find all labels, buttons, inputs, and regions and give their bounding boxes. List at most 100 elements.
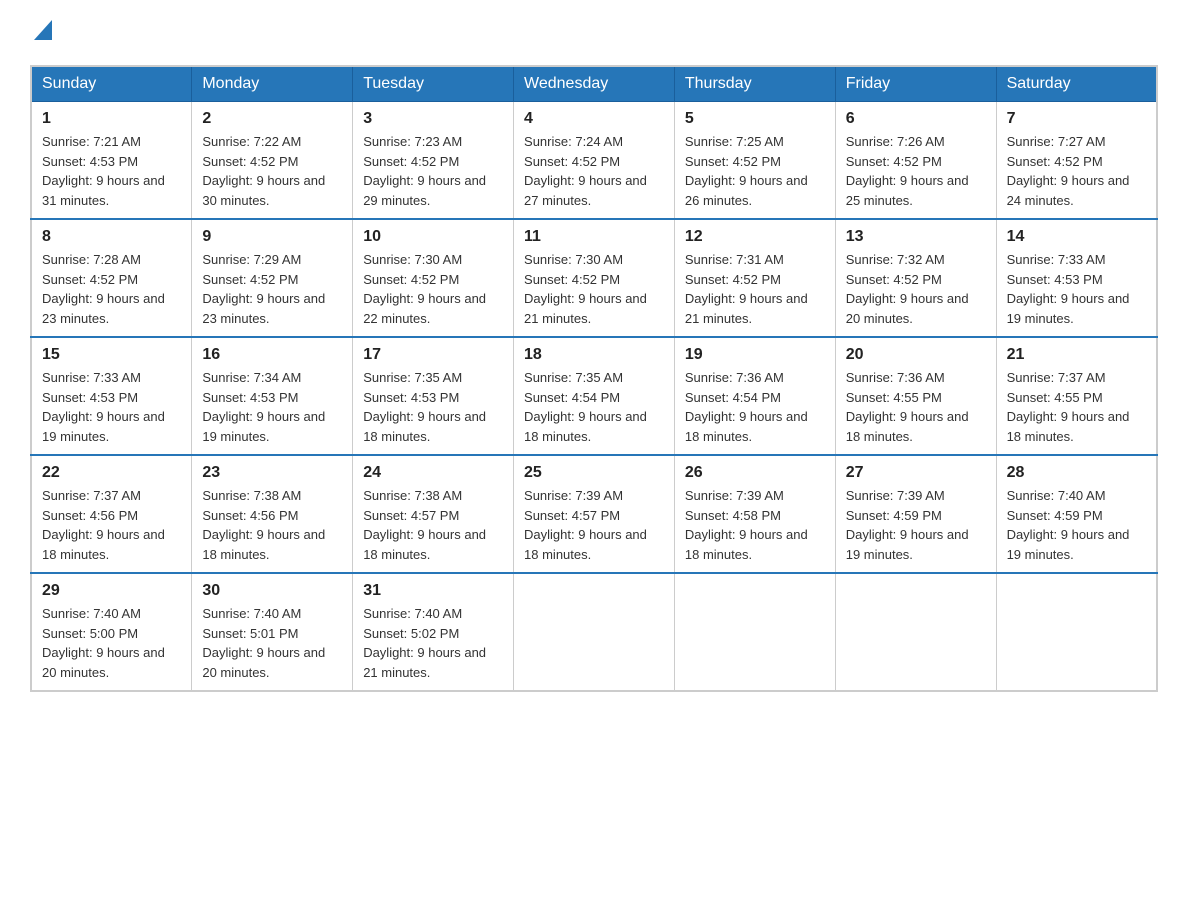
day-info: Sunrise: 7:40 AMSunset: 4:59 PMDaylight:… [1007, 486, 1146, 564]
day-info: Sunrise: 7:33 AMSunset: 4:53 PMDaylight:… [1007, 250, 1146, 328]
table-row: 16 Sunrise: 7:34 AMSunset: 4:53 PMDayligh… [192, 337, 353, 455]
day-number: 14 [1007, 228, 1146, 246]
day-info: Sunrise: 7:33 AMSunset: 4:53 PMDaylight:… [42, 368, 181, 446]
table-row: 29Sunrise: 7:40 AMSunset: 5:00 PMDayligh… [31, 573, 192, 691]
table-row [674, 573, 835, 691]
day-info: Sunrise: 7:30 AMSunset: 4:52 PMDaylight:… [524, 250, 664, 328]
day-info: Sunrise: 7:40 AMSunset: 5:01 PMDaylight:… [202, 604, 342, 682]
day-info: Sunrise: 7:21 AMSunset: 4:53 PMDaylight:… [42, 132, 181, 210]
day-number: 31 [363, 582, 503, 600]
calendar-week-row: 15Sunrise: 7:33 AMSunset: 4:53 PMDayligh… [31, 337, 1157, 455]
day-number: 21 [1007, 346, 1146, 364]
day-info: Sunrise: 7:28 AMSunset: 4:52 PMDaylight:… [42, 250, 181, 328]
day-info: Sunrise: 7:25 AMSunset: 4:52 PMDaylight:… [685, 132, 825, 210]
day-number: 7 [1007, 110, 1146, 128]
logo-triangle-icon [34, 20, 52, 45]
day-info: Sunrise: 7:37 AMSunset: 4:56 PMDaylight:… [42, 486, 181, 564]
day-info: Sunrise: 7:27 AMSunset: 4:52 PMDaylight:… [1007, 132, 1146, 210]
table-row: 8 Sunrise: 7:28 AMSunset: 4:52 PMDaylight… [31, 219, 192, 337]
day-number: 25 [524, 464, 664, 482]
col-monday: Monday [192, 66, 353, 102]
day-number: 30 [202, 582, 342, 600]
day-number: 17 [363, 346, 503, 364]
col-thursday: Thursday [674, 66, 835, 102]
col-tuesday: Tuesday [353, 66, 514, 102]
day-info: Sunrise: 7:29 AMSunset: 4:52 PMDaylight:… [202, 250, 342, 328]
day-info: Sunrise: 7:35 AMSunset: 4:54 PMDaylight:… [524, 368, 664, 446]
day-number: 13 [846, 228, 986, 246]
day-info: Sunrise: 7:23 AMSunset: 4:52 PMDaylight:… [363, 132, 503, 210]
col-sunday: Sunday [31, 66, 192, 102]
day-info: Sunrise: 7:39 AMSunset: 4:58 PMDaylight:… [685, 486, 825, 564]
day-number: 16 [202, 346, 342, 364]
day-number: 8 [42, 228, 181, 246]
day-number: 12 [685, 228, 825, 246]
table-row: 30 Sunrise: 7:40 AMSunset: 5:01 PMDayligh… [192, 573, 353, 691]
table-row [514, 573, 675, 691]
day-number: 3 [363, 110, 503, 128]
day-info: Sunrise: 7:34 AMSunset: 4:53 PMDaylight:… [202, 368, 342, 446]
col-wednesday: Wednesday [514, 66, 675, 102]
table-row: 26 Sunrise: 7:39 AMSunset: 4:58 PMDayligh… [674, 455, 835, 573]
day-info: Sunrise: 7:40 AMSunset: 5:02 PMDaylight:… [363, 604, 503, 682]
day-info: Sunrise: 7:39 AMSunset: 4:59 PMDaylight:… [846, 486, 986, 564]
table-row: 18 Sunrise: 7:35 AMSunset: 4:54 PMDayligh… [514, 337, 675, 455]
day-number: 11 [524, 228, 664, 246]
calendar-table: Sunday Monday Tuesday Wednesday Thursday… [30, 65, 1158, 692]
day-number: 19 [685, 346, 825, 364]
table-row: 24 Sunrise: 7:38 AMSunset: 4:57 PMDayligh… [353, 455, 514, 573]
day-info: Sunrise: 7:36 AMSunset: 4:55 PMDaylight:… [846, 368, 986, 446]
table-row: 13 Sunrise: 7:32 AMSunset: 4:52 PMDayligh… [835, 219, 996, 337]
day-number: 9 [202, 228, 342, 246]
calendar-header-row: Sunday Monday Tuesday Wednesday Thursday… [31, 66, 1157, 102]
table-row: 22 Sunrise: 7:37 AMSunset: 4:56 PMDayligh… [31, 455, 192, 573]
table-row: 12Sunrise: 7:31 AMSunset: 4:52 PMDayligh… [674, 219, 835, 337]
calendar-week-row: 29Sunrise: 7:40 AMSunset: 5:00 PMDayligh… [31, 573, 1157, 691]
day-number: 27 [846, 464, 986, 482]
calendar-week-row: 8 Sunrise: 7:28 AMSunset: 4:52 PMDaylight… [31, 219, 1157, 337]
day-info: Sunrise: 7:32 AMSunset: 4:52 PMDaylight:… [846, 250, 986, 328]
table-row [835, 573, 996, 691]
day-number: 18 [524, 346, 664, 364]
day-info: Sunrise: 7:22 AMSunset: 4:52 PMDaylight:… [202, 132, 342, 210]
day-number: 23 [202, 464, 342, 482]
table-row: 23Sunrise: 7:38 AMSunset: 4:56 PMDayligh… [192, 455, 353, 573]
day-number: 6 [846, 110, 986, 128]
day-number: 1 [42, 110, 181, 128]
day-number: 4 [524, 110, 664, 128]
table-row: 10Sunrise: 7:30 AMSunset: 4:52 PMDayligh… [353, 219, 514, 337]
table-row: 17 Sunrise: 7:35 AMSunset: 4:53 PMDayligh… [353, 337, 514, 455]
logo [30, 20, 52, 45]
day-info: Sunrise: 7:39 AMSunset: 4:57 PMDaylight:… [524, 486, 664, 564]
day-info: Sunrise: 7:24 AMSunset: 4:52 PMDaylight:… [524, 132, 664, 210]
col-friday: Friday [835, 66, 996, 102]
day-number: 2 [202, 110, 342, 128]
table-row: 11 Sunrise: 7:30 AMSunset: 4:52 PMDayligh… [514, 219, 675, 337]
table-row: 5 Sunrise: 7:25 AMSunset: 4:52 PMDaylight… [674, 102, 835, 220]
table-row: 2 Sunrise: 7:22 AMSunset: 4:52 PMDaylight… [192, 102, 353, 220]
calendar-week-row: 1 Sunrise: 7:21 AMSunset: 4:53 PMDaylight… [31, 102, 1157, 220]
day-info: Sunrise: 7:37 AMSunset: 4:55 PMDaylight:… [1007, 368, 1146, 446]
table-row: 28 Sunrise: 7:40 AMSunset: 4:59 PMDayligh… [996, 455, 1157, 573]
day-info: Sunrise: 7:30 AMSunset: 4:52 PMDaylight:… [363, 250, 503, 328]
table-row: 9 Sunrise: 7:29 AMSunset: 4:52 PMDaylight… [192, 219, 353, 337]
table-row: 31 Sunrise: 7:40 AMSunset: 5:02 PMDayligh… [353, 573, 514, 691]
table-row: 19Sunrise: 7:36 AMSunset: 4:54 PMDayligh… [674, 337, 835, 455]
day-info: Sunrise: 7:38 AMSunset: 4:57 PMDaylight:… [363, 486, 503, 564]
table-row: 1 Sunrise: 7:21 AMSunset: 4:53 PMDaylight… [31, 102, 192, 220]
table-row [996, 573, 1157, 691]
day-info: Sunrise: 7:35 AMSunset: 4:53 PMDaylight:… [363, 368, 503, 446]
day-number: 26 [685, 464, 825, 482]
table-row: 21 Sunrise: 7:37 AMSunset: 4:55 PMDayligh… [996, 337, 1157, 455]
day-number: 22 [42, 464, 181, 482]
table-row: 7 Sunrise: 7:27 AMSunset: 4:52 PMDaylight… [996, 102, 1157, 220]
day-info: Sunrise: 7:26 AMSunset: 4:52 PMDaylight:… [846, 132, 986, 210]
calendar-week-row: 22 Sunrise: 7:37 AMSunset: 4:56 PMDayligh… [31, 455, 1157, 573]
table-row: 25 Sunrise: 7:39 AMSunset: 4:57 PMDayligh… [514, 455, 675, 573]
day-number: 5 [685, 110, 825, 128]
table-row: 15Sunrise: 7:33 AMSunset: 4:53 PMDayligh… [31, 337, 192, 455]
day-number: 28 [1007, 464, 1146, 482]
day-info: Sunrise: 7:40 AMSunset: 5:00 PMDaylight:… [42, 604, 181, 682]
table-row: 6 Sunrise: 7:26 AMSunset: 4:52 PMDaylight… [835, 102, 996, 220]
day-number: 24 [363, 464, 503, 482]
